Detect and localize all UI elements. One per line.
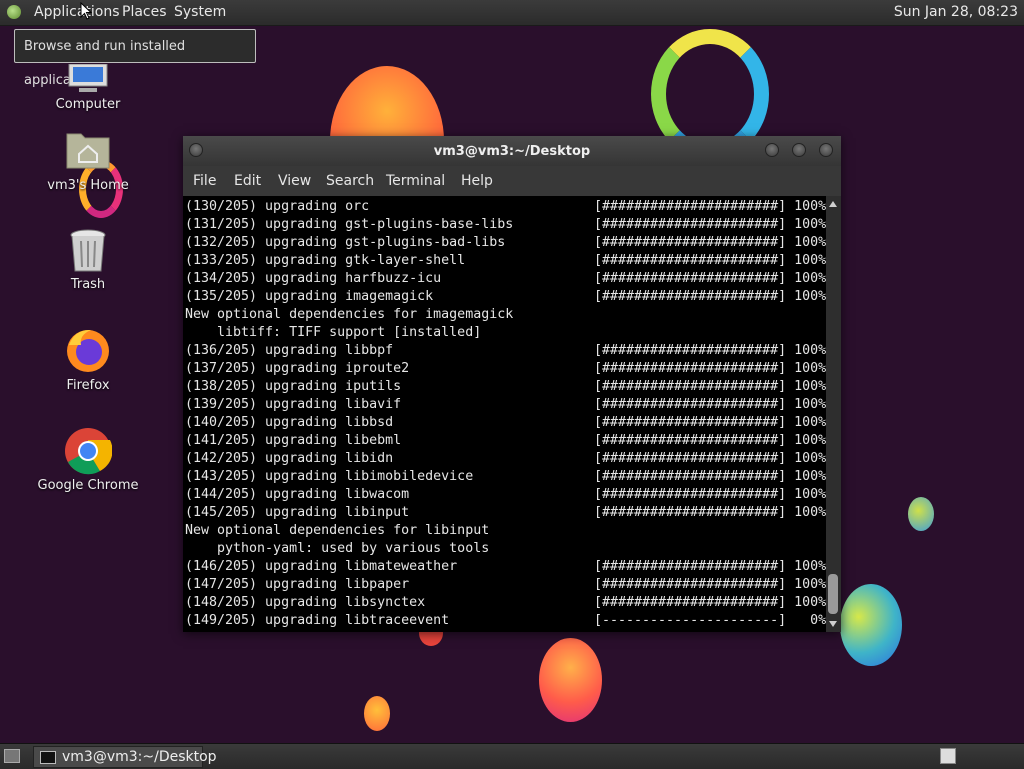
terminal-line: (138/205) upgrading iputils — [185, 379, 402, 394]
progress-text: [######################] 100% — [594, 271, 826, 286]
terminal-line: (142/205) upgrading libidn — [185, 451, 394, 466]
desktop-icon-firefox[interactable]: Firefox — [33, 327, 143, 395]
terminal-output[interactable]: (130/205) upgrading orc [################… — [183, 196, 826, 632]
progress-text: [######################] 100% — [594, 253, 826, 268]
progress-text: [######################] 100% — [594, 343, 826, 358]
progress-text: [######################] 100% — [594, 199, 826, 214]
window-title: vm3@vm3:~/Desktop — [433, 144, 591, 159]
progress-text: [######################] 100% — [594, 505, 826, 520]
desktop-icon-home[interactable]: vm3's Home — [33, 130, 143, 195]
terminal-scrollbar[interactable] — [826, 196, 841, 632]
progress-text: [######################] 100% — [594, 289, 826, 304]
menu-search[interactable]: Search — [326, 173, 374, 189]
show-desktop-icon[interactable] — [4, 749, 20, 763]
progress-text: [######################] 100% — [594, 415, 826, 430]
terminal-line: (148/205) upgrading libsynctex — [185, 595, 426, 610]
desktop-icon-label: vm3's Home — [47, 178, 129, 193]
terminal-line: New optional dependencies for imagemagic… — [185, 307, 514, 322]
terminal-line: (131/205) upgrading gst-plugins-base-lib… — [185, 217, 514, 232]
taskbar-window-label: vm3@vm3:~/Desktop — [62, 749, 217, 765]
desktop-icon-computer[interactable]: Computer — [33, 64, 143, 114]
bottom-panel: vm3@vm3:~/Desktop — [0, 743, 1024, 769]
terminal-menubar: File Edit View Search Terminal Help — [183, 166, 841, 196]
progress-text: [######################] 100% — [594, 595, 826, 610]
terminal-line: (136/205) upgrading libbpf — [185, 343, 394, 358]
terminal-line: (133/205) upgrading gtk-layer-shell — [185, 253, 466, 268]
clock[interactable]: Sun Jan 28, 08:23 — [894, 4, 1018, 20]
terminal-line: libtiff: TIFF support [installed] — [185, 325, 482, 340]
system-menu[interactable]: System — [174, 4, 226, 20]
progress-text: [######################] 100% — [594, 487, 826, 502]
progress-text: [######################] 100% — [594, 577, 826, 592]
menu-view[interactable]: View — [278, 173, 311, 189]
progress-text: [######################] 100% — [594, 451, 826, 466]
firefox-icon — [67, 329, 109, 372]
terminal-line: (143/205) upgrading libimobiledevice — [185, 469, 474, 484]
wallpaper-small-blob — [908, 497, 934, 531]
terminal-line: New optional dependencies for libinput — [185, 523, 490, 538]
terminal-line: (149/205) upgrading libtraceevent — [185, 613, 450, 628]
progress-text: [######################] 100% — [594, 361, 826, 376]
terminal-line: (130/205) upgrading orc — [185, 199, 370, 214]
mouse-pointer-icon — [80, 2, 92, 20]
terminal-line: (146/205) upgrading libmateweather — [185, 559, 458, 574]
desktop-icon-label: Firefox — [66, 378, 110, 393]
progress-text: [----------------------] 0% — [594, 613, 826, 628]
terminal-line: (145/205) upgrading libinput — [185, 505, 410, 520]
terminal-line: python-yaml: used by various tools — [185, 541, 490, 556]
scroll-down-icon[interactable] — [829, 621, 837, 627]
desktop-icon-label: Google Chrome — [37, 478, 139, 493]
menu-terminal[interactable]: Terminal — [386, 173, 445, 189]
terminal-window[interactable]: vm3@vm3:~/Desktop File Edit View Search … — [183, 136, 841, 632]
progress-text: [######################] 100% — [594, 235, 826, 250]
maximize-icon[interactable] — [792, 143, 806, 157]
wallpaper-pink-blob — [539, 638, 602, 722]
progress-text: [######################] 100% — [594, 379, 826, 394]
menu-file[interactable]: File — [193, 173, 216, 189]
tooltip: Browse and run installed applications — [14, 29, 256, 88]
terminal-titlebar[interactable]: vm3@vm3:~/Desktop — [183, 136, 841, 166]
terminal-line: (141/205) upgrading libebml — [185, 433, 402, 448]
computer-icon — [68, 64, 108, 92]
workspace-switcher[interactable] — [940, 748, 956, 764]
terminal-line: (144/205) upgrading libwacom — [185, 487, 410, 502]
progress-text: [######################] 100% — [594, 433, 826, 448]
progress-text: [######################] 100% — [594, 397, 826, 412]
terminal-line: (132/205) upgrading gst-plugins-bad-libs — [185, 235, 506, 250]
trash-icon — [70, 229, 106, 272]
gnome-foot-icon[interactable] — [7, 5, 21, 19]
desktop-icon-trash[interactable]: Trash — [33, 229, 143, 294]
progress-text: [######################] 100% — [594, 469, 826, 484]
wallpaper-blue-blob — [840, 584, 902, 666]
terminal-line: (137/205) upgrading iproute2 — [185, 361, 410, 376]
progress-text: [######################] 100% — [594, 559, 826, 574]
close-icon[interactable] — [819, 143, 833, 157]
places-menu[interactable]: Places — [122, 4, 167, 20]
terminal-line: (139/205) upgrading libavif — [185, 397, 402, 412]
window-menu-icon[interactable] — [189, 143, 203, 157]
menu-edit[interactable]: Edit — [234, 173, 261, 189]
taskbar-window-button[interactable]: vm3@vm3:~/Desktop — [33, 746, 217, 768]
terminal-line: (140/205) upgrading libbsd — [185, 415, 394, 430]
terminal-line: (135/205) upgrading imagemagick — [185, 289, 434, 304]
progress-text: [######################] 100% — [594, 217, 826, 232]
scroll-thumb[interactable] — [828, 574, 838, 614]
desktop-icon-chrome[interactable]: Google Chrome — [33, 427, 143, 495]
terminal-icon — [40, 751, 56, 764]
desktop-icon-label: Trash — [70, 277, 106, 292]
chrome-icon — [65, 428, 112, 475]
minimize-icon[interactable] — [765, 143, 779, 157]
terminal-line: (134/205) upgrading harfbuzz-icu — [185, 271, 442, 286]
home-folder-icon — [66, 133, 110, 169]
top-panel: Applications Places System Sun Jan 28, 0… — [0, 0, 1024, 26]
desktop-icon-label: Computer — [55, 97, 121, 112]
wallpaper-tiny-blob — [364, 696, 390, 731]
menu-help[interactable]: Help — [461, 173, 493, 189]
scroll-up-icon[interactable] — [829, 201, 837, 207]
applications-menu[interactable]: Applications — [34, 4, 120, 20]
terminal-line: (147/205) upgrading libpaper — [185, 577, 410, 592]
